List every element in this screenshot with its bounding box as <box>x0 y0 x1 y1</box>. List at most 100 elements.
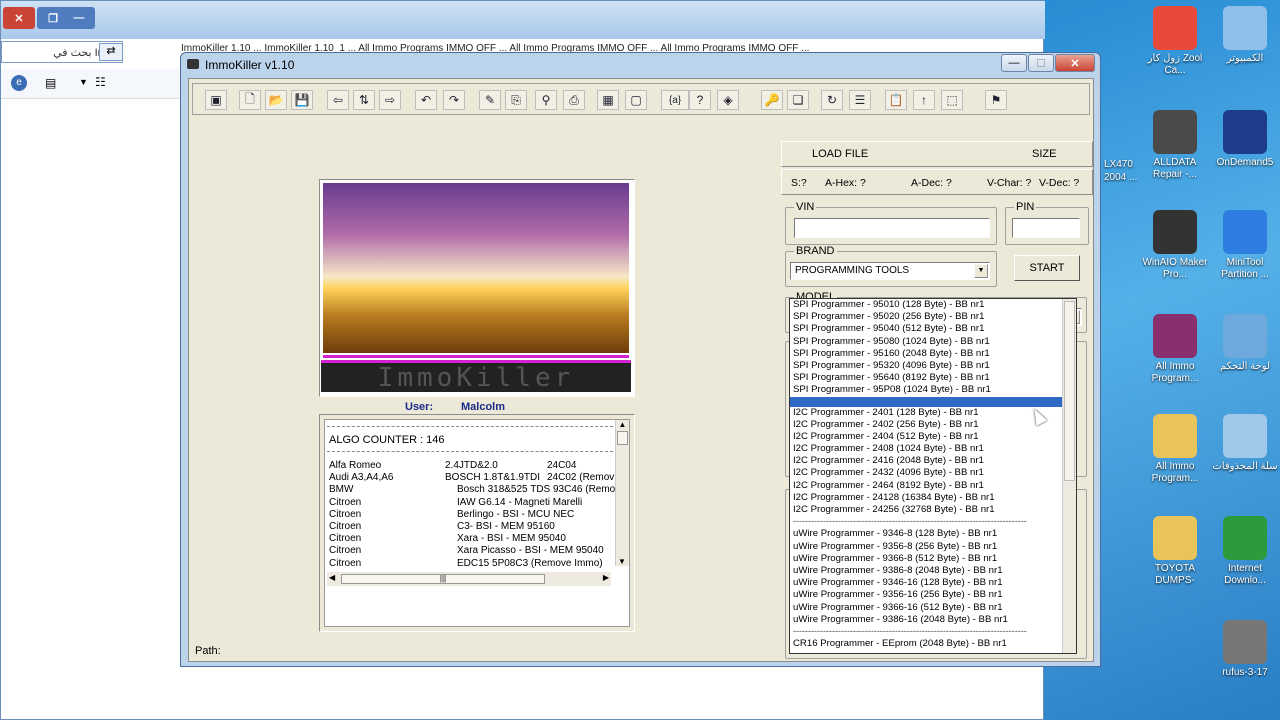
save-icon[interactable]: 💾 <box>291 90 313 110</box>
model-option[interactable]: uWire Programmer - 9346-16 (128 Byte) - … <box>790 577 1076 589</box>
desktop-icon[interactable]: All Immo Program... <box>1140 414 1210 485</box>
window-icon[interactable]: ▢ <box>625 90 647 110</box>
algo-list[interactable]: ALGO COUNTER : 146 Alfa Romeo 2.4JTD&2.0 2… <box>324 419 630 627</box>
vin-input[interactable] <box>794 218 990 238</box>
desktop-icon[interactable]: WinAIO Maker Pro... <box>1140 210 1210 281</box>
minimize-button[interactable]: — <box>1001 54 1027 72</box>
list-item[interactable]: Citroen IAW G6.14 - Magneti Marelli <box>329 497 609 509</box>
model-option[interactable]: SPI Programmer - 95010 (128 Byte) - BB n… <box>790 299 1076 311</box>
load-file-label[interactable]: LOAD FILE <box>812 148 868 160</box>
maximize-button[interactable]: ☐ <box>1028 54 1054 72</box>
list-item[interactable]: Citroen C3- BSI - MEM 95160 <box>329 521 609 533</box>
model-option[interactable]: I2C Programmer - 2408 (1024 Byte) - BB n… <box>790 443 1076 455</box>
model-option[interactable]: I2C Programmer - 2416 (2048 Byte) - BB n… <box>790 455 1076 467</box>
desktop-icon[interactable]: الكمبيوتر <box>1210 6 1280 65</box>
model-option[interactable]: uWire Programmer - 9366-8 (512 Byte) - B… <box>790 553 1076 565</box>
brace-icon[interactable]: {a} <box>661 90 689 110</box>
model-option[interactable]: SPI Programmer - 95640 (8192 Byte) - BB … <box>790 372 1076 384</box>
desktop-icon[interactable]: OnDemand5 <box>1210 110 1280 169</box>
desktop-icon[interactable]: TOYOTA DUMPS- <box>1140 516 1210 587</box>
model-option[interactable]: SPI Programmer - 95P08 (1024 Byte) - BB … <box>790 384 1076 396</box>
model-option[interactable]: I2C Programmer - 2464 (8192 Byte) - BB n… <box>790 480 1076 492</box>
model-option[interactable]: I2C Programmer - 24256 (32768 Byte) - BB… <box>790 504 1076 516</box>
desktop-icon[interactable]: لوحة التحكم <box>1210 314 1280 373</box>
redo-icon[interactable]: ↷ <box>443 90 465 110</box>
chevron-up-icon[interactable]: ▲ <box>616 420 629 429</box>
open-folder-icon[interactable]: 📂 <box>265 90 287 110</box>
swap-icon[interactable]: ⇅ <box>353 90 375 110</box>
start-button[interactable]: START <box>1014 255 1080 281</box>
chevron-right-icon[interactable]: ▶ <box>603 573 609 582</box>
scroll-thumb[interactable]: ||| <box>341 574 545 584</box>
model-option[interactable]: I2C Programmer - 2404 (512 Byte) - BB nr… <box>790 431 1076 443</box>
desktop-icon[interactable]: All Immo Program... <box>1140 314 1210 385</box>
model-option[interactable]: uWire Programmer - 9356-16 (256 Byte) - … <box>790 589 1076 601</box>
export-icon[interactable]: ⇨ <box>379 90 401 110</box>
chevron-down-icon[interactable]: ▼ <box>974 264 988 278</box>
model-option[interactable]: SPI Programmer - 95160 (2048 Byte) - BB … <box>790 348 1076 360</box>
list-item[interactable]: Alfa Romeo 2.4JTD&2.0 24C04 <box>329 460 609 472</box>
desktop-icon[interactable]: rufus-3-17 <box>1210 620 1280 679</box>
select-icon[interactable]: ⬚ <box>941 90 963 110</box>
desktop-icon[interactable]: MiniTool Partition ... <box>1210 210 1280 281</box>
model-option[interactable]: uWire Programmer - 9386-8 (2048 Byte) - … <box>790 565 1076 577</box>
dropdown-scrollbar[interactable] <box>1062 299 1076 653</box>
paste-icon[interactable]: 📋 <box>885 90 907 110</box>
sync-icon[interactable]: ⇄ <box>99 43 123 61</box>
list-view-icon[interactable]: ☷ <box>95 75 106 89</box>
list-item[interactable]: Citroen Xara Picasso - BSI - MEM 95040 <box>329 545 609 557</box>
list-item[interactable]: Citroen EDC15 5P08C3 (Remove Immo) <box>329 558 609 570</box>
chevron-down-icon[interactable]: ▼ <box>616 557 628 566</box>
model-option[interactable]: I2C Programmer - 24128 (16384 Byte) - BB… <box>790 492 1076 504</box>
up-icon[interactable]: ↑ <box>913 90 935 110</box>
brand-select[interactable]: PROGRAMMING TOOLS ▼ <box>790 262 990 280</box>
close-button[interactable]: ✕ <box>1055 54 1095 72</box>
desktop-icon[interactable]: سلة المحذوفات <box>1210 414 1280 473</box>
chevron-left-icon[interactable]: ◀ <box>329 573 335 582</box>
undo-icon[interactable]: ↶ <box>415 90 437 110</box>
scroll-thumb[interactable] <box>617 431 628 445</box>
sidebar-icon[interactable]: ▤ <box>45 76 56 90</box>
desktop-icon[interactable]: زول كار Zool Ca... <box>1140 6 1210 77</box>
list-item[interactable]: Citroen Xara - BSI - MEM 95040 <box>329 533 609 545</box>
minimize-icon[interactable]: — <box>63 7 95 29</box>
list-item[interactable]: Audi A3,A4,A6 BOSCH 1.8T&1.9TDI 24C02 (Rem… <box>329 472 614 484</box>
list-item[interactable]: BMW Bosch 318&525 TDS 93C46 (Remove <box>329 484 626 496</box>
calculator-icon[interactable]: ▦ <box>597 90 619 110</box>
chevron-down-icon[interactable]: ▼ <box>79 77 88 87</box>
pin-input[interactable] <box>1012 218 1080 238</box>
model-dropdown-list[interactable]: SPI Programmer - 95010 (128 Byte) - BB n… <box>789 298 1077 654</box>
import-icon[interactable]: ⇦ <box>327 90 349 110</box>
model-option[interactable]: SPI Programmer - 95020 (256 Byte) - BB n… <box>790 311 1076 323</box>
model-option[interactable]: uWire Programmer - 9356-8 (256 Byte) - B… <box>790 541 1076 553</box>
print-icon[interactable]: ⎙ <box>563 90 585 110</box>
key-icon[interactable]: 🔑 <box>761 90 783 110</box>
horizontal-scrollbar[interactable]: ◀ ||| ▶ <box>327 572 611 586</box>
model-option[interactable]: SPI Programmer - 95040 (512 Byte) - BB n… <box>790 323 1076 335</box>
model-option[interactable]: uWire Programmer - 9386-16 (2048 Byte) -… <box>790 614 1076 626</box>
refresh-icon[interactable]: ↻ <box>821 90 843 110</box>
calc-icon[interactable]: ⎘ <box>505 90 527 110</box>
model-option[interactable]: uWire Programmer - 9366-16 (512 Byte) - … <box>790 602 1076 614</box>
edit-icon[interactable]: ✎ <box>479 90 501 110</box>
model-option[interactable]: uWire Programmer - 9346-8 (128 Byte) - B… <box>790 528 1076 540</box>
model-option[interactable]: CR16 Programmer - EEprom (2048 Byte) - B… <box>790 638 1076 650</box>
pin-icon[interactable]: ⚑ <box>985 90 1007 110</box>
new-file-icon[interactable]: 🗋 <box>239 90 261 110</box>
desktop-icon[interactable]: ALLDATA Repair -... <box>1140 110 1210 181</box>
exit-icon[interactable]: ▣ <box>205 90 227 110</box>
desktop-icon[interactable]: Internet Downlo... <box>1210 516 1280 587</box>
scroll-thumb[interactable] <box>1064 301 1075 481</box>
list-item[interactable]: Citroen Berlingo - BSI - MCU NEC <box>329 509 609 521</box>
help-icon[interactable]: ? <box>689 90 711 110</box>
binoculars-icon[interactable]: ⚲ <box>535 90 557 110</box>
model-option[interactable]: SPI Programmer - 95320 (4096 Byte) - BB … <box>790 360 1076 372</box>
close-icon[interactable]: ✕ <box>3 7 35 29</box>
vertical-scrollbar[interactable]: ▲ ▼ <box>615 420 629 566</box>
book-icon[interactable]: ◈ <box>717 90 739 110</box>
list-icon[interactable]: ☰ <box>849 90 871 110</box>
model-option[interactable]: SPI Programmer - 95080 (1024 Byte) - BB … <box>790 336 1076 348</box>
model-option-selected[interactable] <box>790 396 1076 407</box>
copy-icon[interactable]: ❏ <box>787 90 809 110</box>
model-option[interactable]: I2C Programmer - 2432 (4096 Byte) - BB n… <box>790 467 1076 479</box>
